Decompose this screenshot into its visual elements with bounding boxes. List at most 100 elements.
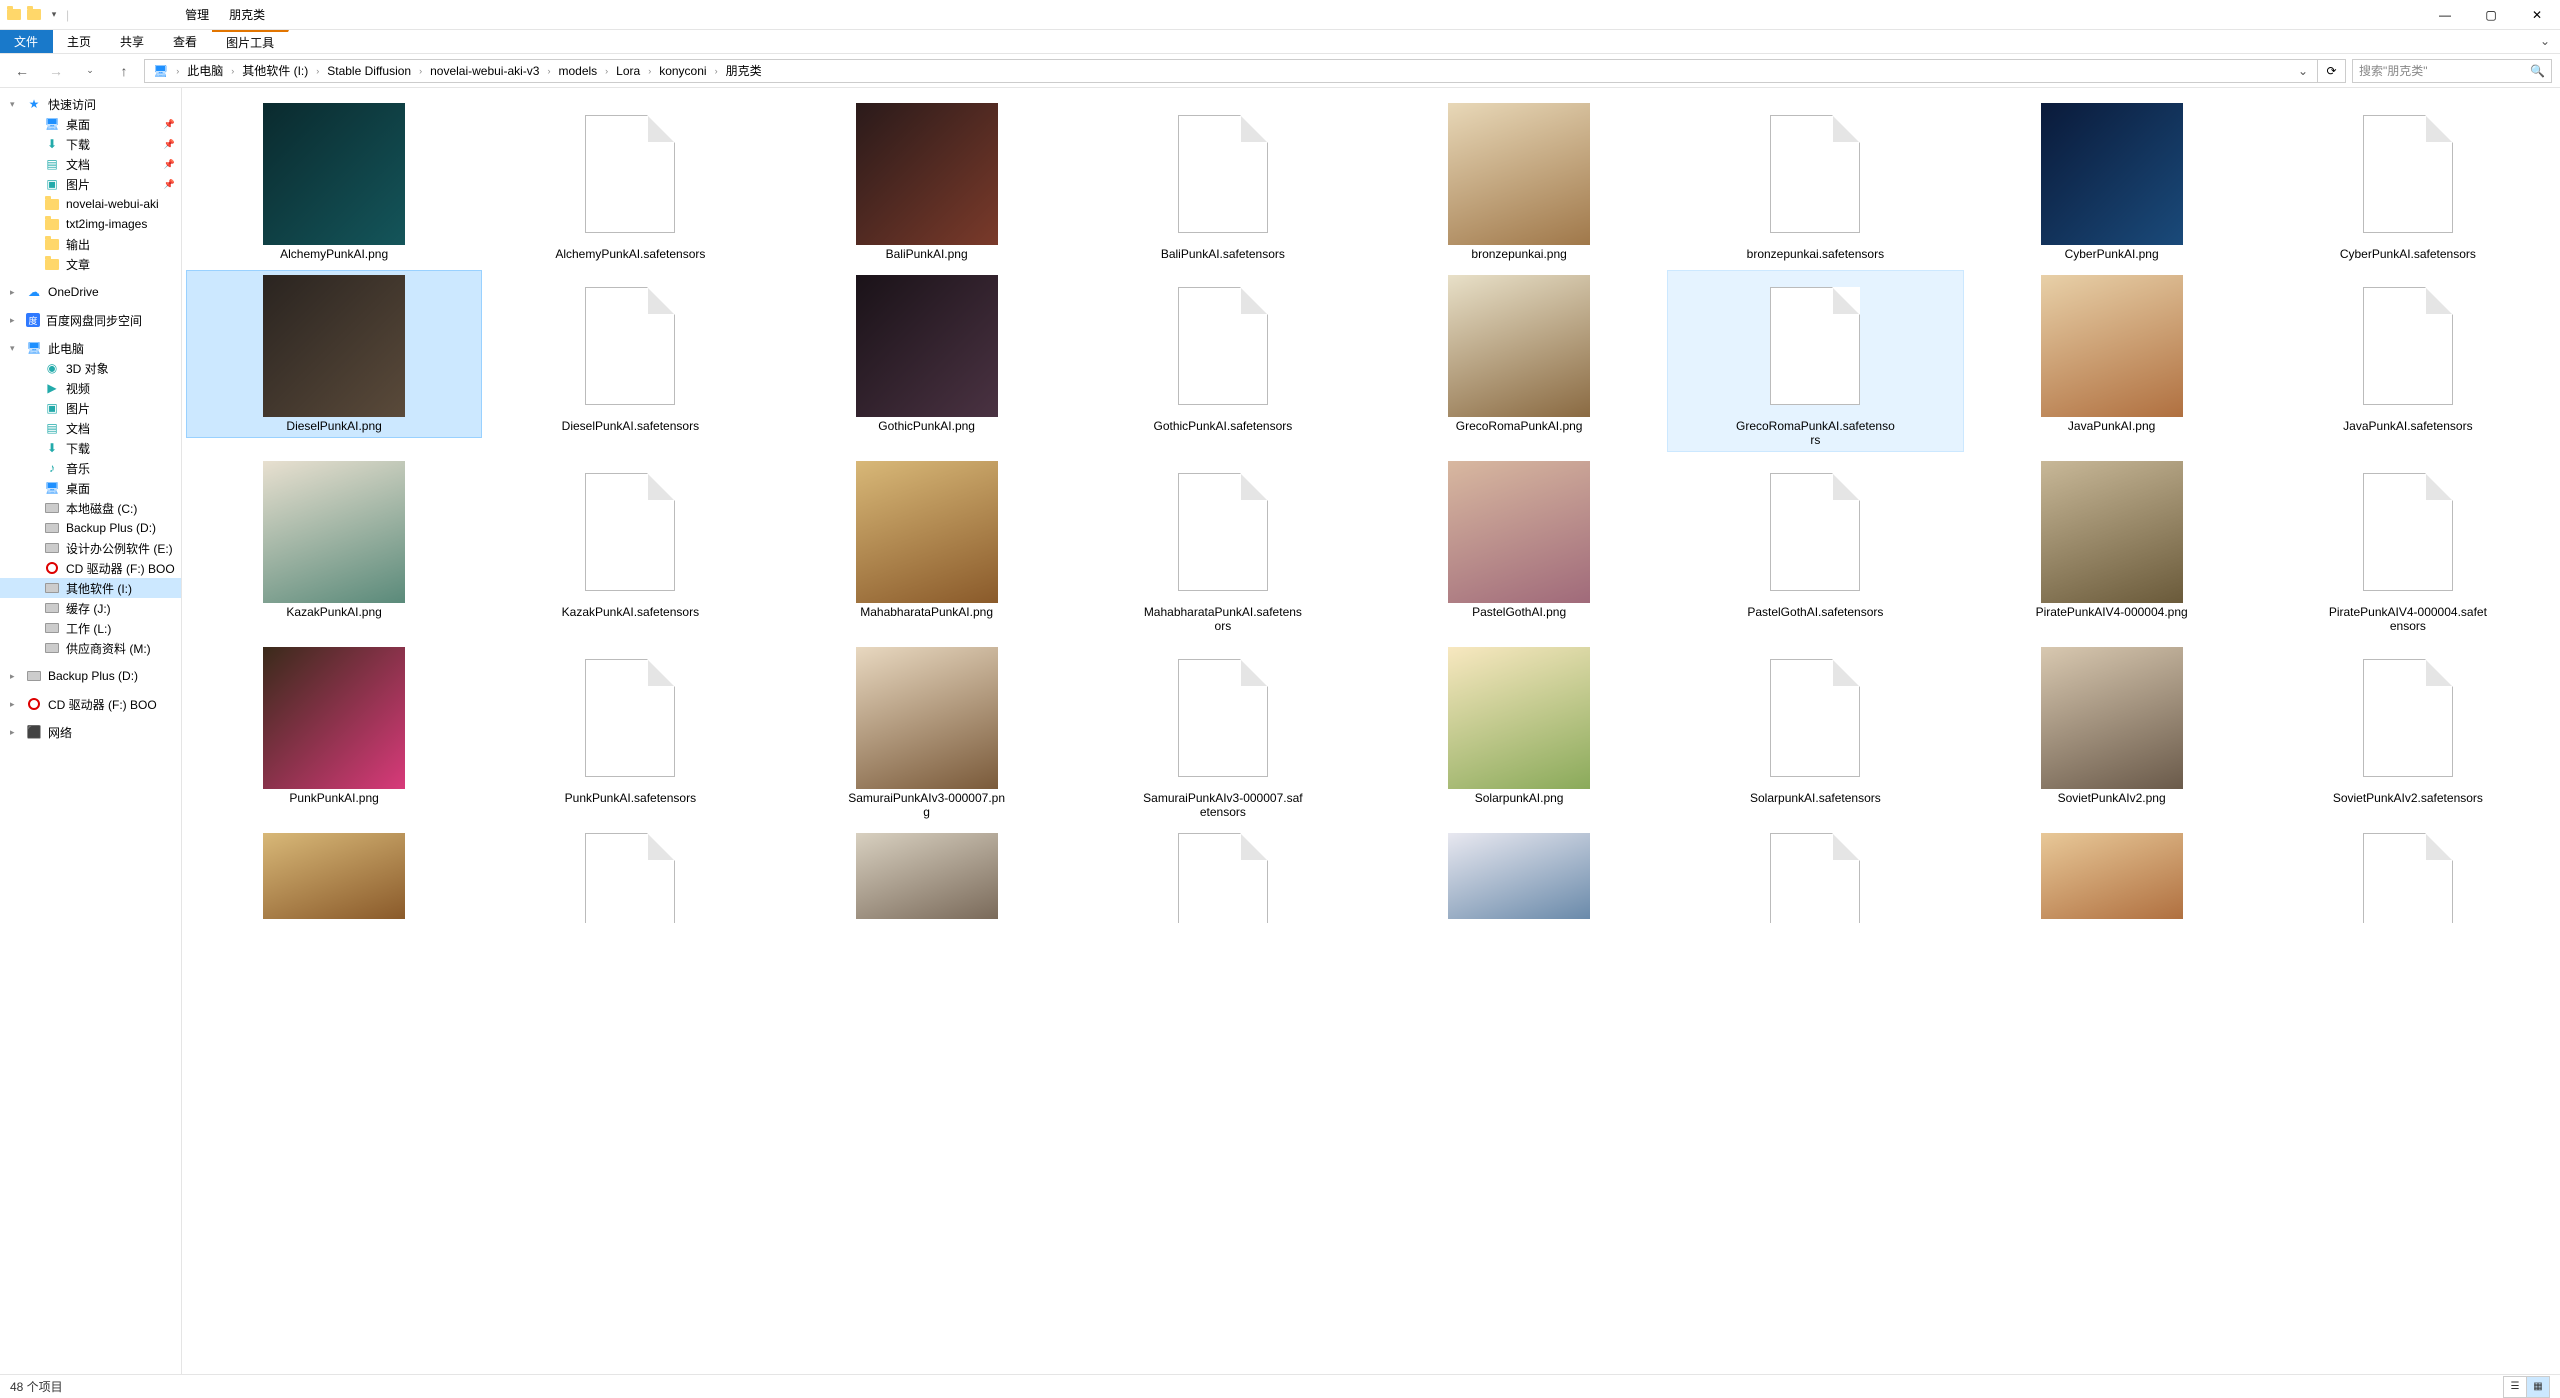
sidebar-item[interactable]: Backup Plus (D:) <box>0 518 181 538</box>
sidebar-item[interactable]: CD 驱动器 (F:) BOO <box>0 558 181 578</box>
file-item[interactable]: GothicPunkAI.safetensors <box>1075 270 1371 438</box>
crumb-1[interactable]: 其他软件 (I:) <box>238 62 312 79</box>
file-item[interactable]: bronzepunkai.safetensors <box>1667 98 1963 266</box>
chevron-right-icon[interactable]: › <box>545 66 552 76</box>
crumb-5[interactable]: Lora <box>612 64 644 78</box>
file-item[interactable]: SolarpunkAI.png <box>1371 642 1667 810</box>
file-item[interactable] <box>2260 828 2556 924</box>
search-icon[interactable]: 🔍 <box>2530 64 2545 78</box>
file-item[interactable]: GrecoRomaPunkAI.png <box>1371 270 1667 438</box>
file-item[interactable] <box>1964 828 2260 924</box>
ribbon-expand-icon[interactable]: ⌄ <box>2530 30 2560 53</box>
tab-share[interactable]: 共享 <box>106 30 159 53</box>
sidebar-item[interactable]: ▸☁OneDrive <box>0 282 181 302</box>
chevron-right-icon[interactable]: › <box>603 66 610 76</box>
crumb-0[interactable]: 此电脑 <box>183 62 227 79</box>
sidebar-item[interactable]: 文章 <box>0 254 181 274</box>
file-item[interactable] <box>186 828 482 924</box>
sidebar-item[interactable]: ▸度百度网盘同步空间 <box>0 310 181 330</box>
tab-home[interactable]: 主页 <box>53 30 106 53</box>
sidebar-item[interactable]: 缓存 (J:) <box>0 598 181 618</box>
file-item[interactable]: MahabharataPunkAI.png <box>779 456 1075 624</box>
folder-icon[interactable] <box>26 7 42 23</box>
sidebar-item[interactable]: 🖥桌面 <box>0 478 181 498</box>
refresh-button[interactable]: ⟳ <box>2318 59 2346 83</box>
file-item[interactable]: GrecoRomaPunkAI.safetensors <box>1667 270 1963 452</box>
maximize-button[interactable]: ▢ <box>2468 0 2514 30</box>
chevron-right-icon[interactable]: › <box>417 66 424 76</box>
crumb-2[interactable]: Stable Diffusion <box>323 64 415 78</box>
sidebar-item[interactable]: ▸Backup Plus (D:) <box>0 666 181 686</box>
file-item[interactable]: PastelGothAI.png <box>1371 456 1667 624</box>
crumb-3[interactable]: novelai-webui-aki-v3 <box>426 64 543 78</box>
navigation-pane[interactable]: ▾★快速访问🖥桌面📌⬇下载📌▤文档📌▣图片📌novelai-webui-akit… <box>0 88 182 1374</box>
chevron-right-icon[interactable]: › <box>713 66 720 76</box>
file-item[interactable]: MahabharataPunkAI.safetensors <box>1075 456 1371 638</box>
file-item[interactable]: SolarpunkAI.safetensors <box>1667 642 1963 810</box>
file-item[interactable]: DieselPunkAI.safetensors <box>482 270 778 438</box>
file-item[interactable]: DieselPunkAI.png <box>186 270 482 438</box>
sidebar-item[interactable]: ▾🖥此电脑 <box>0 338 181 358</box>
file-item[interactable] <box>779 828 1075 924</box>
view-large-button[interactable]: ▦ <box>2526 1376 2550 1398</box>
sidebar-item[interactable]: ⬇下载 <box>0 438 181 458</box>
tab-picture-tools[interactable]: 图片工具 <box>212 30 289 53</box>
chevron-right-icon[interactable]: › <box>314 66 321 76</box>
breadcrumb-dropdown-icon[interactable]: ⌄ <box>2293 64 2313 78</box>
up-button[interactable]: ↑ <box>110 57 138 85</box>
chevron-right-icon[interactable]: › <box>229 66 236 76</box>
qat-dropdown-icon[interactable]: ▾ <box>46 7 62 23</box>
sidebar-item[interactable]: 🖥桌面📌 <box>0 114 181 134</box>
sidebar-item[interactable]: ♪音乐 <box>0 458 181 478</box>
file-item[interactable]: PunkPunkAI.png <box>186 642 482 810</box>
file-item[interactable]: PunkPunkAI.safetensors <box>482 642 778 810</box>
sidebar-item[interactable]: ▤文档📌 <box>0 154 181 174</box>
chevron-right-icon[interactable]: › <box>646 66 653 76</box>
file-item[interactable]: CyberPunkAI.png <box>1964 98 2260 266</box>
file-view[interactable]: AlchemyPunkAI.pngAlchemyPunkAI.safetenso… <box>182 88 2560 1374</box>
breadcrumb[interactable]: 🖥 › 此电脑 › 其他软件 (I:) › Stable Diffusion ›… <box>144 59 2318 83</box>
search-input[interactable]: 搜索"朋克类" 🔍 <box>2352 59 2552 83</box>
file-item[interactable]: JavaPunkAI.png <box>1964 270 2260 438</box>
file-item[interactable]: KazakPunkAI.safetensors <box>482 456 778 624</box>
file-item[interactable] <box>482 828 778 924</box>
sidebar-item[interactable]: novelai-webui-aki <box>0 194 181 214</box>
file-item[interactable]: CyberPunkAI.safetensors <box>2260 98 2556 266</box>
file-item[interactable] <box>1075 828 1371 924</box>
sidebar-item[interactable]: ▤文档 <box>0 418 181 438</box>
sidebar-item[interactable]: ▸⬛网络 <box>0 722 181 742</box>
view-details-button[interactable]: ☰ <box>2503 1376 2527 1398</box>
back-button[interactable]: ← <box>8 57 36 85</box>
file-item[interactable]: GothicPunkAI.png <box>779 270 1075 438</box>
tab-view[interactable]: 查看 <box>159 30 212 53</box>
file-item[interactable]: SamuraiPunkAIv3-000007.safetensors <box>1075 642 1371 824</box>
sidebar-item[interactable]: 输出 <box>0 234 181 254</box>
tab-file[interactable]: 文件 <box>0 30 53 53</box>
chevron-right-icon[interactable]: › <box>174 66 181 76</box>
file-item[interactable]: PiratePunkAIV4-000004.safetensors <box>2260 456 2556 638</box>
sidebar-item[interactable]: ⬇下载📌 <box>0 134 181 154</box>
file-item[interactable]: BaliPunkAI.safetensors <box>1075 98 1371 266</box>
sidebar-item[interactable]: ▾★快速访问 <box>0 94 181 114</box>
crumb-4[interactable]: models <box>554 64 601 78</box>
sidebar-item[interactable]: 其他软件 (I:) <box>0 578 181 598</box>
sidebar-item[interactable]: 设计办公例软件 (E:) <box>0 538 181 558</box>
file-item[interactable]: AlchemyPunkAI.safetensors <box>482 98 778 266</box>
sidebar-item[interactable]: ▣图片 <box>0 398 181 418</box>
file-item[interactable]: PiratePunkAIV4-000004.png <box>1964 456 2260 624</box>
sidebar-item[interactable]: ▣图片📌 <box>0 174 181 194</box>
pc-icon[interactable]: 🖥 <box>149 64 172 78</box>
sidebar-item[interactable]: ▶视频 <box>0 378 181 398</box>
sidebar-item[interactable]: 工作 (L:) <box>0 618 181 638</box>
file-item[interactable]: bronzepunkai.png <box>1371 98 1667 266</box>
sidebar-item[interactable]: 供应商资料 (M:) <box>0 638 181 658</box>
sidebar-item[interactable]: ▸CD 驱动器 (F:) BOO <box>0 694 181 714</box>
recent-dropdown-icon[interactable]: ⌄ <box>76 57 104 85</box>
file-item[interactable]: KazakPunkAI.png <box>186 456 482 624</box>
forward-button[interactable]: → <box>42 57 70 85</box>
sidebar-item[interactable]: txt2img-images <box>0 214 181 234</box>
file-item[interactable]: AlchemyPunkAI.png <box>186 98 482 266</box>
minimize-button[interactable]: — <box>2422 0 2468 30</box>
file-item[interactable]: PastelGothAI.safetensors <box>1667 456 1963 624</box>
file-item[interactable]: SovietPunkAIv2.png <box>1964 642 2260 810</box>
